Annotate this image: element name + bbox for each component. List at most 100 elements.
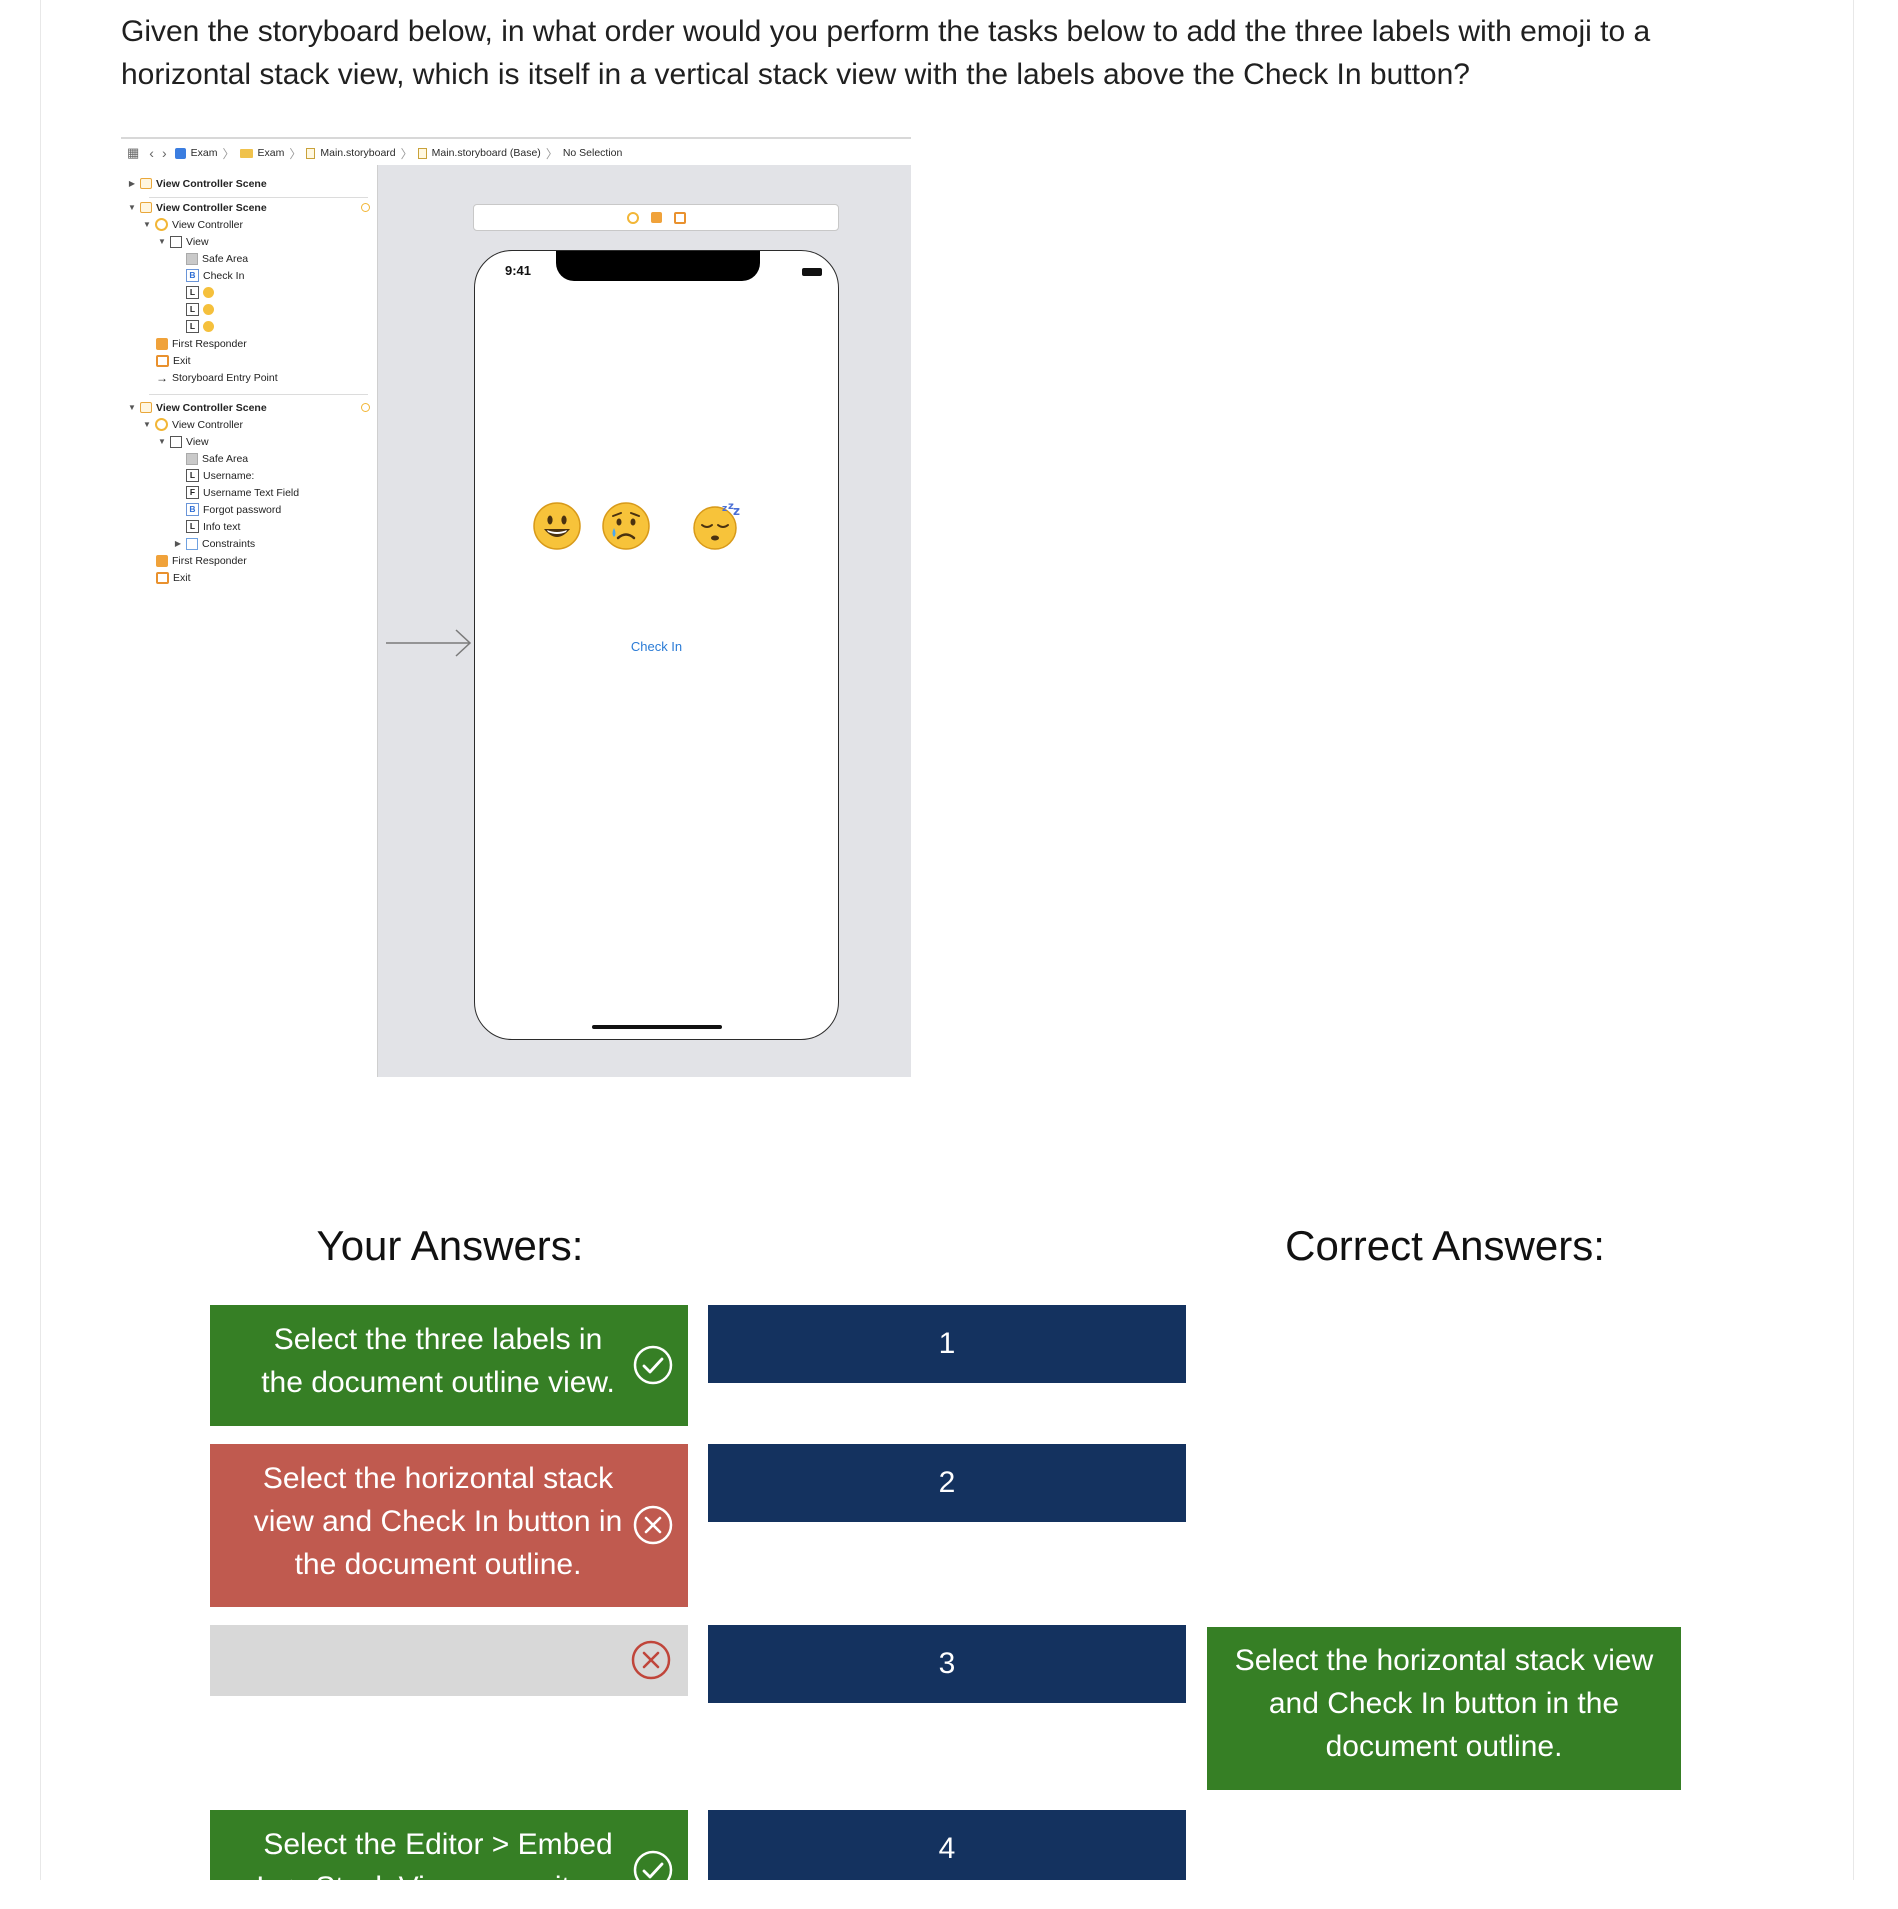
disclosure-right-icon: ▶ (174, 539, 182, 548)
smiley-emoji-icon (533, 502, 581, 550)
outline-label-smiley: L (186, 284, 214, 301)
storyboard-canvas: 9:41 z z z Check In (378, 165, 911, 1077)
document-outline: ▶ View Controller Scene ▼ View Controlle… (121, 165, 377, 1077)
outline-forgot-password: B Forgot password (186, 501, 281, 518)
order-slot-4[interactable]: 4 (708, 1810, 1186, 1880)
order-slot-2[interactable]: 2 (708, 1444, 1186, 1522)
scene-icon (140, 178, 152, 189)
storyboard-file-icon (306, 147, 316, 159)
scene-status-icon (361, 403, 370, 412)
order-slot-1[interactable]: 1 (708, 1305, 1186, 1383)
sleeping-emoji-icon: z z z (693, 501, 740, 550)
view-controller-icon (155, 218, 168, 231)
breadcrumb-separator: 〉 (222, 146, 235, 161)
exit-icon (673, 211, 686, 224)
storyboard-file-icon (417, 147, 427, 159)
view-controller-icon (626, 211, 639, 224)
check-circle-icon (633, 1850, 673, 1890)
entry-arrow-icon: → (156, 370, 168, 385)
label-type-icon: L (186, 320, 199, 333)
outline-safe-area-3: Safe Area (186, 450, 248, 467)
button-type-icon: B (186, 269, 199, 282)
scene-icon (140, 202, 152, 213)
your-answer-1[interactable]: Select the three labels in the document … (210, 1305, 688, 1426)
outline-label-sleeping: L (186, 318, 214, 335)
disclosure-down-icon: ▼ (128, 403, 136, 412)
page-border-right (1853, 0, 1854, 1880)
storyboard-screenshot: ▦ ‹ › Exam 〉 Exam 〉 Main.storyboard 〉 Ma… (121, 137, 911, 1077)
battery-icon (802, 268, 822, 276)
breadcrumb-folder: Exam (239, 147, 284, 159)
outline-first-responder-3: First Responder (156, 552, 247, 569)
correct-answer-slot-3: Select the horizontal stack view and Che… (1207, 1627, 1681, 1790)
back-icon: ‹ (149, 145, 154, 161)
disclosure-right-icon: ▶ (128, 179, 136, 188)
project-icon (174, 147, 186, 159)
label-type-icon: L (186, 303, 199, 316)
check-circle-icon (633, 1345, 673, 1385)
xcode-breadcrumb: ▦ ‹ › Exam 〉 Exam 〉 Main.storyboard 〉 Ma… (127, 143, 622, 163)
outline-vc-2: ▼ View Controller (143, 218, 244, 231)
check-in-button-preview: Check In (630, 639, 683, 654)
breadcrumb-separator: 〉 (289, 146, 302, 161)
text-field-type-icon: F (186, 486, 199, 499)
outline-exit-3: Exit (156, 569, 191, 586)
folder-icon (239, 148, 253, 158)
outline-vc-3: ▼ View Controller (143, 418, 244, 431)
your-answer-2[interactable]: Select the horizontal stack view and Che… (210, 1444, 688, 1607)
outline-entry-point: → Storyboard Entry Point (156, 370, 278, 385)
crying-emoji-icon (203, 304, 214, 315)
outline-check-in-button: B Check In (186, 267, 244, 284)
scene-status-icon (361, 203, 370, 212)
scene-dock (473, 204, 839, 231)
outline-first-responder-2: First Responder (156, 335, 247, 352)
outline-view-2: ▼ View (158, 235, 209, 248)
crying-emoji-icon (602, 502, 650, 550)
first-responder-icon (156, 337, 168, 350)
safe-area-icon (186, 252, 198, 265)
outline-scene-3: ▼ View Controller Scene (128, 401, 267, 414)
home-indicator (592, 1025, 722, 1029)
exit-icon (156, 354, 169, 367)
view-controller-icon (155, 418, 168, 431)
label-type-icon: L (186, 520, 199, 533)
outline-constraints: ▶ Constraints (174, 537, 256, 550)
disclosure-down-icon: ▼ (143, 220, 151, 229)
scene-icon (140, 402, 152, 413)
outline-separator (149, 394, 368, 395)
first-responder-icon (156, 554, 168, 567)
order-slot-3[interactable]: 3 (708, 1625, 1186, 1703)
view-icon (170, 235, 182, 248)
view-icon (170, 435, 182, 448)
button-type-icon: B (186, 503, 199, 516)
status-time: 9:41 (505, 263, 532, 278)
smiley-emoji-icon (203, 287, 214, 298)
disclosure-down-icon: ▼ (158, 237, 166, 246)
breadcrumb-project: Exam (174, 147, 217, 159)
svg-text:z: z (733, 504, 740, 518)
your-answer-3-empty[interactable] (210, 1625, 688, 1696)
exit-icon (156, 571, 169, 584)
svg-text:z: z (722, 504, 727, 514)
constraints-icon (186, 537, 198, 550)
your-answer-4[interactable]: Select the Editor > Embed In > Stack Vie… (210, 1810, 688, 1904)
outline-scene-2: ▼ View Controller Scene (128, 201, 267, 214)
storyboard-entry-arrow-icon (386, 629, 472, 657)
your-answers-heading: Your Answers: (316, 1222, 584, 1269)
breadcrumb-selection: No Selection (562, 147, 623, 159)
disclosure-down-icon: ▼ (128, 203, 136, 212)
sleeping-emoji-icon (203, 321, 214, 332)
label-type-icon: L (186, 469, 199, 482)
outline-separator (149, 197, 368, 198)
disclosure-down-icon: ▼ (143, 420, 151, 429)
phone-notch (556, 251, 760, 281)
breadcrumb-storyboard-base: Main.storyboard (Base) (417, 147, 541, 159)
outline-info-text: L Info text (186, 518, 240, 535)
grid-icon: ▦ (127, 145, 140, 160)
page-border-left (40, 0, 41, 1880)
disclosure-down-icon: ▼ (158, 437, 166, 446)
outline-username-label: L Username: (186, 467, 254, 484)
outline-view-3: ▼ View (158, 435, 209, 448)
question-text: Given the storyboard below, in what orde… (121, 15, 1651, 91)
correct-answers-heading: Correct Answers: (1285, 1222, 1605, 1269)
